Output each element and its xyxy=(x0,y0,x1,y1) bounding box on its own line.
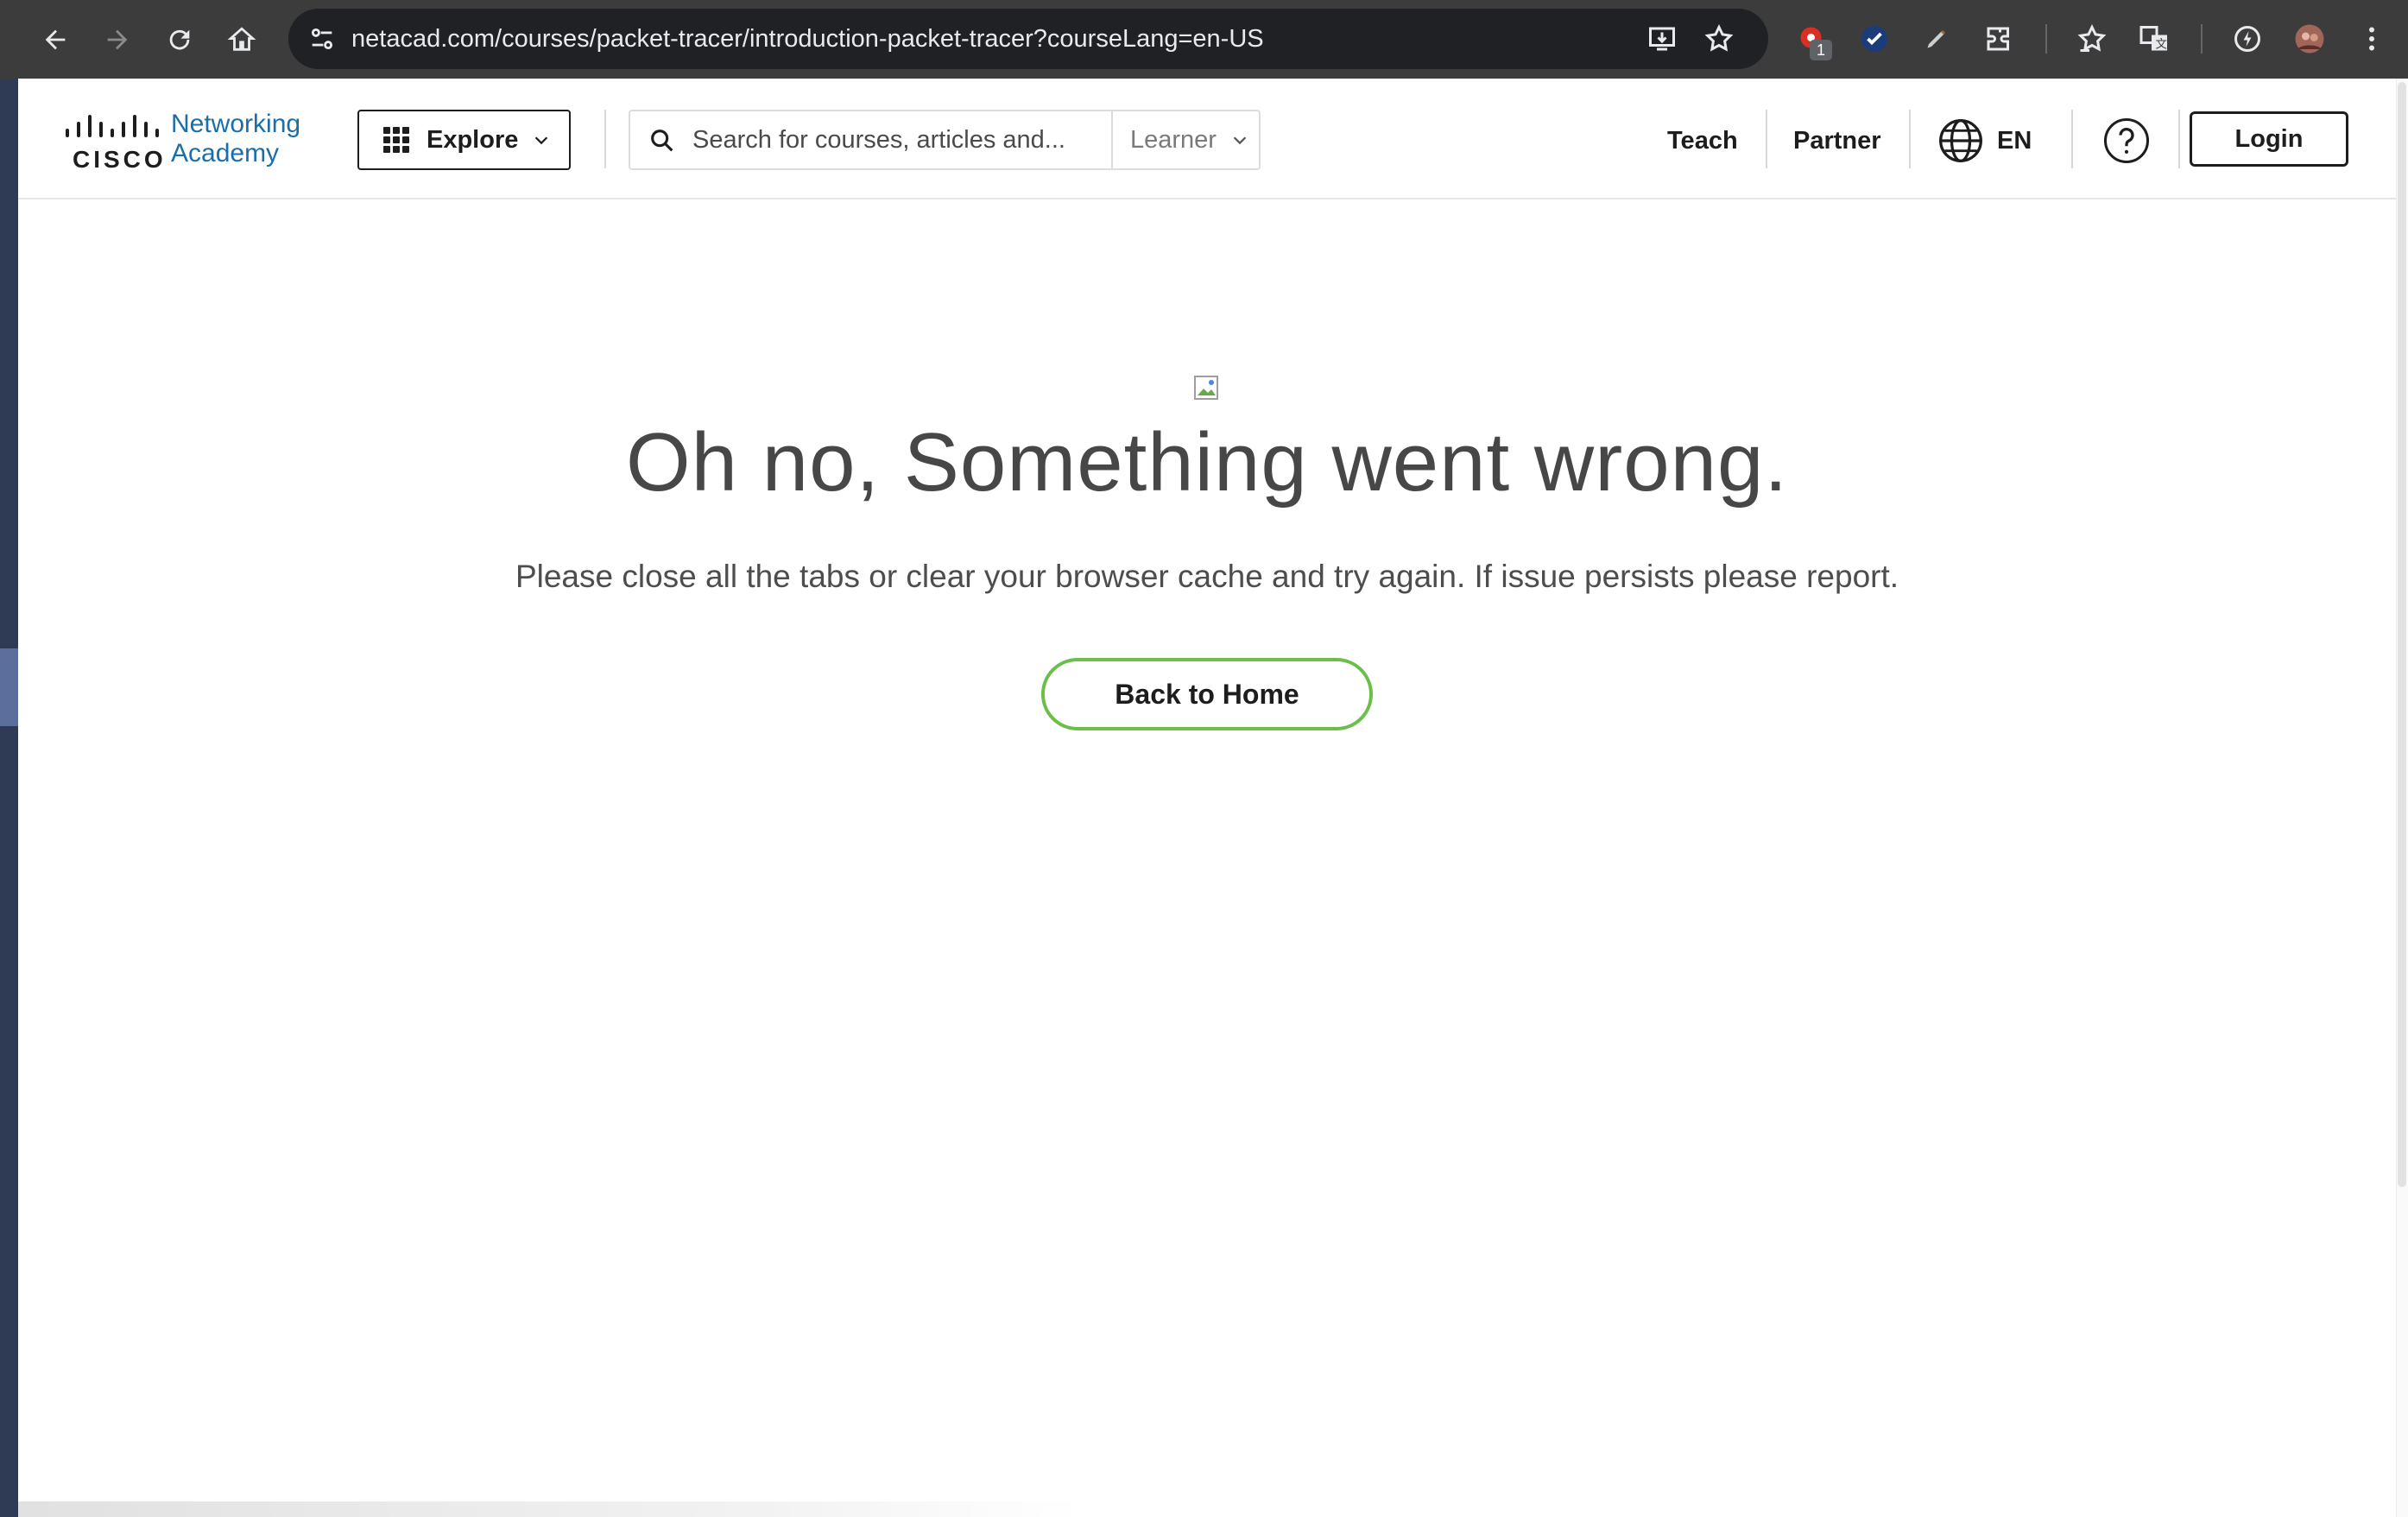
chevron-down-icon xyxy=(535,136,548,145)
role-select-value: Learner xyxy=(1130,125,1217,154)
site-info-icon[interactable] xyxy=(307,24,337,54)
chevron-down-icon xyxy=(1233,136,1247,145)
install-app-icon xyxy=(1649,27,1675,51)
teach-link[interactable]: Teach xyxy=(1667,127,1738,155)
reload-button[interactable] xyxy=(154,14,205,66)
bookmarks-icon xyxy=(2077,24,2107,52)
header-divider xyxy=(604,110,606,168)
extension-check[interactable] xyxy=(1853,17,1896,60)
url-text[interactable]: netacad.com/courses/packet-tracer/introd… xyxy=(351,9,1264,69)
scrollbar[interactable] xyxy=(2396,79,2408,1517)
globe-icon xyxy=(1939,119,1982,162)
kebab-menu-icon xyxy=(2369,27,2374,51)
logo-academy: Academy xyxy=(171,139,280,168)
forward-arrow-icon xyxy=(107,29,128,50)
logo-cisco-word: CISCO xyxy=(73,146,167,173)
performance-icon xyxy=(2234,26,2260,52)
bookmark-star-icon xyxy=(1704,24,1734,52)
role-select[interactable]: Learner xyxy=(1111,111,1261,168)
install-app-button[interactable] xyxy=(1640,17,1684,60)
puzzle-icon xyxy=(1987,27,2009,51)
chrome-menu-button[interactable] xyxy=(2350,17,2393,60)
performance-button[interactable] xyxy=(2226,17,2269,60)
netacad-logo[interactable]: CISCO Networking Academy xyxy=(64,110,340,173)
toolbar-divider-2 xyxy=(2201,24,2203,54)
error-title: Oh no, Something went wrong. xyxy=(625,416,1789,509)
header-divider xyxy=(2178,110,2180,168)
toolbar-divider xyxy=(2045,24,2047,54)
address-bar[interactable]: netacad.com/courses/packet-tracer/introd… xyxy=(288,9,1768,69)
profile-avatar-icon xyxy=(2295,24,2324,54)
background-window-edge xyxy=(0,79,18,1517)
back-arrow-icon xyxy=(45,29,66,50)
translate-icon: 文 xyxy=(2139,26,2168,52)
help-icon[interactable] xyxy=(2102,117,2151,165)
extension-pen-icon xyxy=(1927,29,1946,48)
bottom-shadow xyxy=(18,1501,1080,1517)
search-icon xyxy=(651,130,673,152)
home-icon xyxy=(227,27,256,51)
svg-text:文: 文 xyxy=(2156,38,2168,52)
background-window-highlight xyxy=(0,648,18,726)
app-grid-icon xyxy=(383,127,409,153)
logo-networking: Networking xyxy=(171,110,301,138)
forward-button[interactable] xyxy=(92,14,143,66)
explore-button[interactable]: Explore xyxy=(357,110,571,170)
login-button[interactable]: Login xyxy=(2190,111,2348,167)
partner-link[interactable]: Partner xyxy=(1793,127,1881,155)
reload-icon xyxy=(169,29,190,50)
extension-badge: 1 xyxy=(1810,40,1832,60)
logo-title: Networking Academy xyxy=(171,110,300,168)
home-button[interactable] xyxy=(216,14,268,66)
extension-check-icon xyxy=(1861,26,1887,52)
header-divider xyxy=(2071,110,2073,168)
header-divider xyxy=(1909,110,1911,168)
page: CISCO Networking Academy Explore Search … xyxy=(18,79,2408,1517)
error-message: Please close all the tabs or clear your … xyxy=(515,559,1899,594)
back-to-home-button[interactable]: Back to Home xyxy=(1041,658,1373,730)
translate-button[interactable]: 文 xyxy=(2133,17,2176,60)
extension-pen[interactable] xyxy=(1915,17,1958,60)
bookmarks-button[interactable] xyxy=(2070,17,2114,60)
profile-button[interactable] xyxy=(2288,17,2331,60)
search-box[interactable]: Search for courses, articles and... Lear… xyxy=(629,110,1261,170)
extensions-button[interactable] xyxy=(1977,17,2020,60)
cisco-bars-icon xyxy=(66,115,159,137)
language-label: EN xyxy=(1997,126,2032,155)
search-input[interactable]: Search for courses, articles and... xyxy=(692,111,1065,168)
language-selector[interactable]: EN xyxy=(1937,117,2032,165)
site-header: CISCO Networking Academy Explore Search … xyxy=(18,79,2396,199)
scrollbar-thumb[interactable] xyxy=(2398,82,2406,1187)
back-button[interactable] xyxy=(29,14,81,66)
browser-toolbar: netacad.com/courses/packet-tracer/introd… xyxy=(0,0,2408,79)
broken-image-icon xyxy=(1194,376,1218,400)
header-divider xyxy=(1766,110,1767,168)
explore-label: Explore xyxy=(427,125,519,154)
bookmark-button[interactable] xyxy=(1697,17,1741,60)
